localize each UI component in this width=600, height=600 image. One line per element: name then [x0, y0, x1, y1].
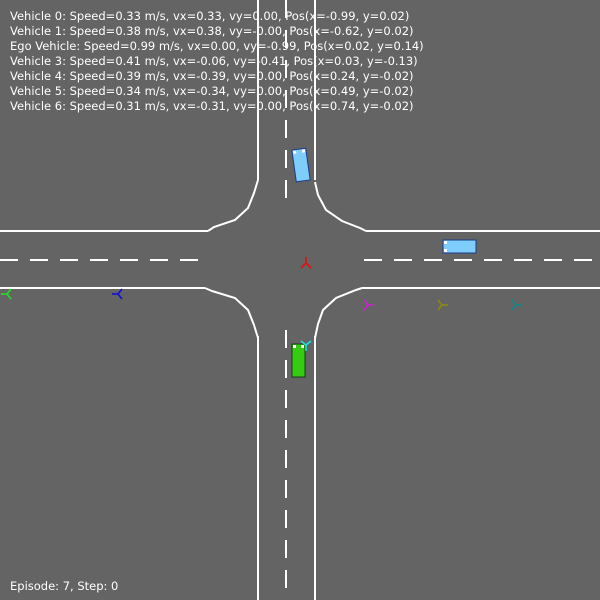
vehicle-6-status: Vehicle 6: Speed=0.31 m/s, vx=-0.31, vy=…	[10, 99, 414, 113]
vehicle-5-status: Vehicle 5: Speed=0.34 m/s, vx=-0.34, vy=…	[10, 84, 414, 98]
episode-step-counter: Episode: 7, Step: 0	[10, 579, 119, 593]
ego-vehicle-status: Ego Vehicle: Speed=0.99 m/s, vx=0.00, vy…	[10, 39, 424, 53]
vehicle-3-status: Vehicle 3: Speed=0.41 m/s, vx=-0.06, vy=…	[10, 54, 418, 68]
vehicle-3-car	[291, 147, 311, 183]
corner-top-right	[314, 181, 367, 232]
goal-marker-teal	[511, 299, 522, 311]
corner-bottom-left	[204, 287, 259, 339]
corner-bottom-right	[314, 287, 363, 339]
ego-vehicle-car	[291, 343, 306, 378]
goal-marker-red	[300, 257, 312, 269]
goal-marker-olive	[437, 299, 448, 311]
vehicle-0-status: Vehicle 0: Speed=0.33 m/s, vx=0.33, vy=0…	[10, 9, 410, 23]
goal-marker-blue	[112, 288, 123, 300]
corner-top-left	[207, 179, 259, 232]
vehicle-4-car	[442, 239, 477, 254]
goal-marker-green	[1, 288, 12, 300]
goal-marker-magenta	[363, 299, 374, 311]
vehicle-4-status: Vehicle 4: Speed=0.39 m/s, vx=-0.39, vy=…	[10, 69, 414, 83]
simulation-scene: Vehicle 0: Speed=0.33 m/s, vx=0.33, vy=0…	[0, 0, 600, 600]
vehicle-1-status: Vehicle 1: Speed=0.38 m/s, vx=0.38, vy=-…	[10, 24, 414, 38]
